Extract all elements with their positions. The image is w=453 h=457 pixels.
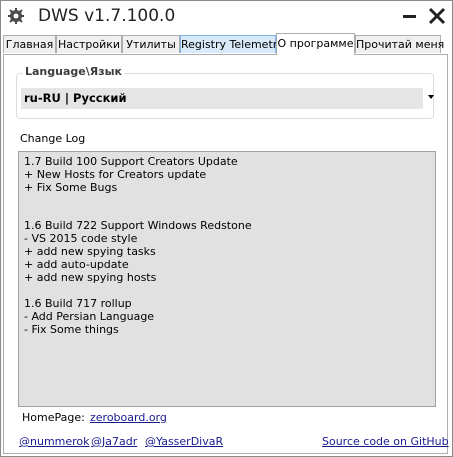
changelog-line: 1.6 Build 717 rollup bbox=[24, 297, 132, 310]
changelog-line: 1.6 Build 722 Support Windows Redstone bbox=[24, 219, 252, 232]
language-select-value: ru-RU | Русский bbox=[24, 91, 127, 105]
changelog-line: + add new spying tasks bbox=[24, 245, 156, 258]
close-icon bbox=[428, 7, 446, 25]
tab-registry-telemetry[interactable]: Registry Telemetry bbox=[180, 35, 284, 53]
tab-readme[interactable]: Прочитай меня bbox=[355, 35, 444, 53]
title-bar[interactable]: DWS v1.7.100.0 bbox=[1, 1, 452, 33]
tab-utilities[interactable]: Утилиты bbox=[122, 35, 180, 53]
chevron-down-icon[interactable] bbox=[428, 95, 434, 99]
homepage-link[interactable]: zeroboard.org bbox=[90, 411, 167, 424]
changelog-label: Change Log bbox=[20, 132, 86, 145]
language-group: Language\Язык ru-RU | Русский bbox=[16, 65, 434, 119]
changelog-line: - VS 2015 code style bbox=[24, 232, 138, 245]
minimize-icon bbox=[403, 15, 416, 18]
changelog-line: + add auto-update bbox=[24, 258, 129, 271]
changelog-line: - Fix Some things bbox=[24, 323, 119, 336]
tab-main[interactable]: Главная bbox=[3, 35, 56, 53]
changelog-textbox[interactable]: 1.7 Build 100 Support Creators Update + … bbox=[18, 151, 436, 407]
changelog-line: + New Hosts for Creators update bbox=[24, 168, 207, 181]
author-link-ja7adr[interactable]: @Ja7adr bbox=[91, 435, 137, 448]
minimize-button[interactable] bbox=[399, 5, 421, 27]
app-window: DWS v1.7.100.0 Главная Настройки Утилиты… bbox=[0, 0, 453, 457]
changelog-line: - Add Persian Language bbox=[24, 310, 155, 323]
dws-app-icon bbox=[7, 7, 25, 25]
window-title: DWS v1.7.100.0 bbox=[38, 6, 176, 26]
tab-settings[interactable]: Настройки bbox=[56, 35, 122, 53]
language-group-legend: Language\Язык bbox=[23, 65, 125, 78]
changelog-line: + add new spying hosts bbox=[24, 271, 157, 284]
author-link-yasserdivar[interactable]: @YasserDivaR bbox=[145, 435, 223, 448]
close-button[interactable] bbox=[426, 5, 448, 27]
homepage-label: HomePage: bbox=[22, 411, 85, 424]
changelog-line: + Fix Some Bugs bbox=[24, 181, 118, 194]
tab-about[interactable]: О программе bbox=[276, 33, 355, 55]
changelog-line: 1.7 Build 100 Support Creators Update bbox=[24, 155, 238, 168]
language-select[interactable]: ru-RU | Русский bbox=[21, 88, 434, 109]
author-link-nummerok[interactable]: @nummerok bbox=[19, 435, 90, 448]
source-code-link[interactable]: Source code on GitHub bbox=[322, 435, 449, 448]
about-panel: Language\Язык ru-RU | Русский Change Log… bbox=[3, 54, 449, 454]
tab-strip: Главная Настройки Утилиты Registry Telem… bbox=[3, 33, 452, 55]
